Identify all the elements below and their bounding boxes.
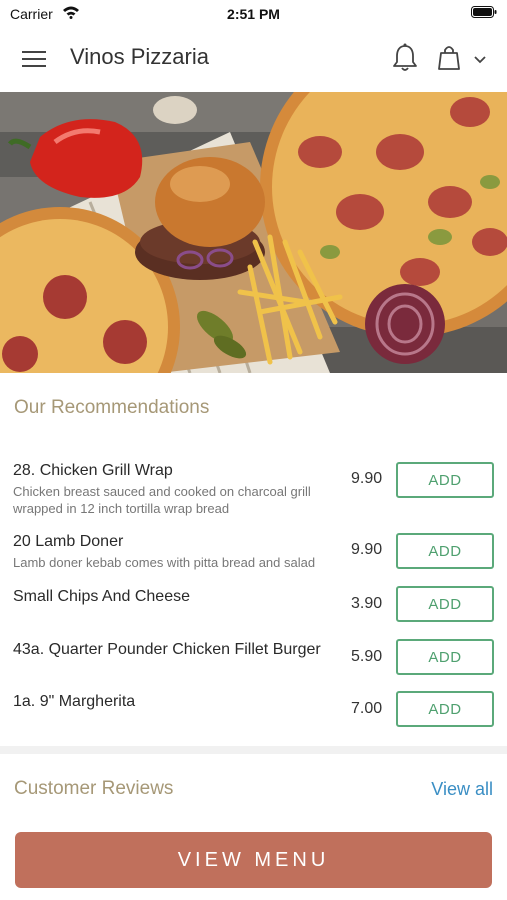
view-menu-button[interactable]: VIEW MENU <box>15 832 492 888</box>
item-price: 5.90 <box>351 648 383 665</box>
add-button[interactable]: ADD <box>396 533 494 569</box>
item-name: 43a. Quarter Pounder Chicken Fillet Burg… <box>13 641 321 658</box>
add-button[interactable]: ADD <box>396 639 494 675</box>
item-price: 9.90 <box>351 541 383 558</box>
item-price: 3.90 <box>351 595 383 612</box>
app-header: Vinos Pizzaria <box>0 28 507 92</box>
item-price: 7.00 <box>351 700 383 717</box>
page-title: Vinos Pizzaria <box>70 44 209 69</box>
section-divider <box>0 746 507 754</box>
item-description: Chicken breast sauced and cooked on char… <box>13 484 311 516</box>
menu-icon[interactable] <box>22 48 48 70</box>
shopping-bag-icon[interactable] <box>436 42 462 74</box>
chevron-down-icon[interactable] <box>472 52 488 66</box>
add-button[interactable]: ADD <box>396 462 494 498</box>
bell-icon[interactable] <box>390 42 420 74</box>
item-description: Lamb doner kebab comes with pitta bread … <box>13 555 316 570</box>
item-name: 1a. 9" Margherita <box>13 693 136 710</box>
food-banner-image <box>0 92 507 373</box>
recommendations-heading: Our Recommendations <box>14 397 210 418</box>
view-all-link[interactable]: View all <box>431 779 493 800</box>
clock: 2:51 PM <box>227 6 280 22</box>
add-button[interactable]: ADD <box>396 691 494 727</box>
battery-icon <box>471 6 497 18</box>
item-name: Small Chips And Cheese <box>13 588 190 605</box>
item-name: 28. Chicken Grill Wrap <box>13 462 173 479</box>
status-bar: Carrier 2:51 PM <box>0 0 507 28</box>
item-price: 9.90 <box>351 470 383 487</box>
reviews-heading: Customer Reviews <box>14 778 174 799</box>
add-button[interactable]: ADD <box>396 586 494 622</box>
hero-banner <box>0 92 507 373</box>
item-name: 20 Lamb Doner <box>13 533 124 550</box>
